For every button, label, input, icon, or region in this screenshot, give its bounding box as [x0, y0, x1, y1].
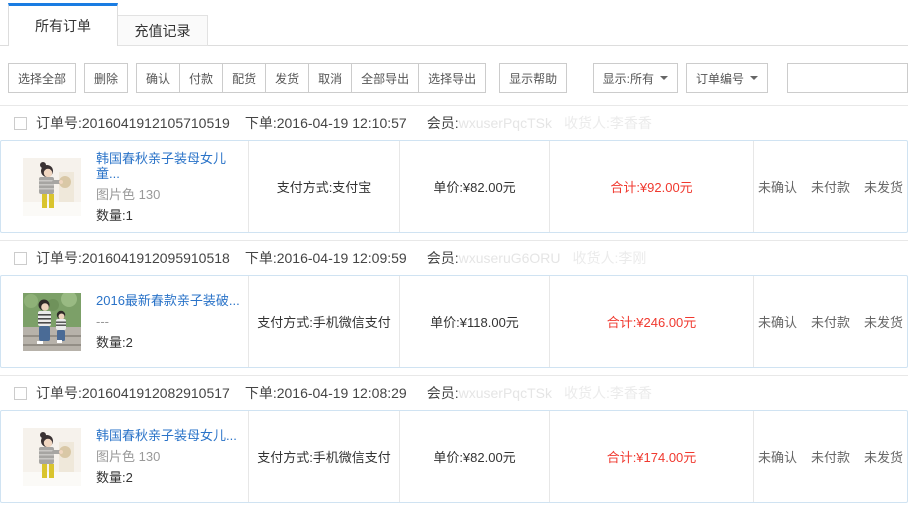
status-unconfirmed: 未确认: [758, 312, 797, 331]
product-info: 2016最新春款亲子装破... --- 数量:2: [96, 293, 240, 350]
member-value: wxuserPqcTSk: [459, 115, 552, 131]
display-filter-dropdown[interactable]: 显示:所有: [593, 63, 678, 93]
order-no-value: 2016041912105710519: [82, 115, 230, 131]
status-cell: 未确认 未付款 未发货: [754, 276, 907, 367]
order-no-value: 2016041912082910517: [82, 385, 230, 401]
allocate-button[interactable]: 配货: [222, 63, 265, 93]
product-image: [23, 428, 81, 486]
status-unshipped: 未发货: [864, 447, 903, 466]
status-unpaid: 未付款: [811, 447, 850, 466]
placed-label: 下单:: [245, 248, 277, 268]
order-block: 订单号:2016041912095910518 下单:2016-04-19 12…: [0, 240, 908, 375]
chevron-down-icon: [660, 76, 668, 84]
status-unpaid: 未付款: [811, 177, 850, 196]
unit-price-cell: 单价:¥82.00元: [400, 411, 550, 502]
order-card: 2016最新春款亲子装破... --- 数量:2 支付方式:手机微信支付 单价:…: [0, 275, 908, 368]
product-cell: 韩国春秋亲子装母女儿童... 图片色 130 数量:1: [1, 141, 249, 232]
product-quantity: 数量:2: [96, 335, 240, 350]
product-quantity: 数量:2: [96, 470, 237, 485]
total-price-cell: 合计:¥246.00元: [550, 276, 754, 367]
placed-label: 下单:: [245, 383, 277, 403]
order-header: 订单号:2016041912105710519 下单:2016-04-19 12…: [0, 106, 908, 140]
status-unpaid: 未付款: [811, 312, 850, 331]
total-price-cell: 合计:¥174.00元: [550, 411, 754, 502]
member-label: 会员:: [427, 248, 459, 268]
member-label: 会员:: [427, 383, 459, 403]
order-card: 韩国春秋亲子装母女儿童... 图片色 130 数量:1 支付方式:支付宝 单价:…: [0, 140, 908, 233]
product-variant: 图片色 130: [96, 449, 237, 464]
delete-button[interactable]: 删除: [84, 63, 128, 93]
placed-value: 2016-04-19 12:08:29: [277, 385, 407, 401]
status-unshipped: 未发货: [864, 312, 903, 331]
confirm-button[interactable]: 确认: [136, 63, 179, 93]
unit-price-cell: 单价:¥82.00元: [400, 141, 550, 232]
cancel-button[interactable]: 取消: [308, 63, 351, 93]
search-field-dropdown[interactable]: 订单编号: [686, 63, 768, 93]
payment-method-cell: 支付方式:支付宝: [249, 141, 400, 232]
placed-value: 2016-04-19 12:10:57: [277, 115, 407, 131]
product-quantity: 数量:1: [96, 208, 248, 223]
product-info: 韩国春秋亲子装母女儿童... 图片色 130 数量:1: [96, 151, 248, 223]
export-all-button[interactable]: 全部导出: [351, 63, 418, 93]
payment-button[interactable]: 付款: [179, 63, 222, 93]
product-variant: ---: [96, 314, 240, 329]
order-header: 订单号:2016041912095910518 下单:2016-04-19 12…: [0, 241, 908, 275]
show-help-button[interactable]: 显示帮助: [499, 63, 567, 93]
order-no-label: 订单号:: [36, 113, 82, 133]
status-cell: 未确认 未付款 未发货: [754, 141, 907, 232]
order-checkbox[interactable]: [14, 387, 27, 400]
status-unshipped: 未发货: [864, 177, 903, 196]
product-title-link[interactable]: 韩国春秋亲子装母女儿...: [96, 428, 237, 443]
order-card: 韩国春秋亲子装母女儿... 图片色 130 数量:2 支付方式:手机微信支付 单…: [0, 410, 908, 503]
payment-method-cell: 支付方式:手机微信支付: [249, 411, 400, 502]
order-checkbox[interactable]: [14, 252, 27, 265]
search-field-label: 订单编号: [696, 70, 744, 87]
member-value: wxuseruG6ORU: [459, 250, 561, 266]
total-price-cell: 合计:¥92.00元: [550, 141, 754, 232]
member-value: wxuserPqcTSk: [459, 385, 552, 401]
product-info: 韩国春秋亲子装母女儿... 图片色 130 数量:2: [96, 428, 237, 485]
order-header: 订单号:2016041912082910517 下单:2016-04-19 12…: [0, 376, 908, 410]
order-search-input[interactable]: [787, 63, 908, 93]
placed-value: 2016-04-19 12:09:59: [277, 250, 407, 266]
tab-all-orders[interactable]: 所有订单: [8, 3, 118, 46]
receiver-value: 收货人:李香香: [564, 113, 652, 133]
tab-recharge-records[interactable]: 充值记录: [118, 15, 208, 46]
select-all-button[interactable]: 选择全部: [8, 63, 76, 93]
status-unconfirmed: 未确认: [758, 447, 797, 466]
order-block: 订单号:2016041912105710519 下单:2016-04-19 12…: [0, 105, 908, 240]
product-cell: 2016最新春款亲子装破... --- 数量:2: [1, 276, 249, 367]
product-cell: 韩国春秋亲子装母女儿... 图片色 130 数量:2: [1, 411, 249, 502]
payment-method-cell: 支付方式:手机微信支付: [249, 276, 400, 367]
tab-bar: 所有订单 充值记录: [0, 0, 908, 46]
order-list: 订单号:2016041912105710519 下单:2016-04-19 12…: [0, 105, 908, 510]
placed-label: 下单:: [245, 113, 277, 133]
export-selected-button[interactable]: 选择导出: [418, 63, 486, 93]
ship-button[interactable]: 发货: [265, 63, 308, 93]
product-image: [23, 293, 81, 351]
product-title-link[interactable]: 2016最新春款亲子装破...: [96, 293, 240, 308]
product-title-link[interactable]: 韩国春秋亲子装母女儿童...: [96, 151, 248, 181]
receiver-value: 收货人:李刚: [573, 248, 647, 268]
product-variant: 图片色 130: [96, 187, 248, 202]
product-image: [23, 158, 81, 216]
toolbar: 选择全部 删除 确认 付款 配货 发货 取消 全部导出 选择导出 显示帮助 显示…: [0, 46, 908, 105]
order-no-label: 订单号:: [36, 248, 82, 268]
chevron-down-icon: [750, 76, 758, 84]
order-block: 订单号:2016041912082910517 下单:2016-04-19 12…: [0, 375, 908, 510]
status-cell: 未确认 未付款 未发货: [754, 411, 907, 502]
display-filter-label: 显示:所有: [603, 70, 654, 87]
order-no-label: 订单号:: [36, 383, 82, 403]
unit-price-cell: 单价:¥118.00元: [400, 276, 550, 367]
member-label: 会员:: [427, 113, 459, 133]
order-no-value: 2016041912095910518: [82, 250, 230, 266]
order-checkbox[interactable]: [14, 117, 27, 130]
receiver-value: 收货人:李香香: [564, 383, 652, 403]
order-action-group: 确认 付款 配货 发货 取消 全部导出 选择导出: [136, 63, 486, 93]
status-unconfirmed: 未确认: [758, 177, 797, 196]
